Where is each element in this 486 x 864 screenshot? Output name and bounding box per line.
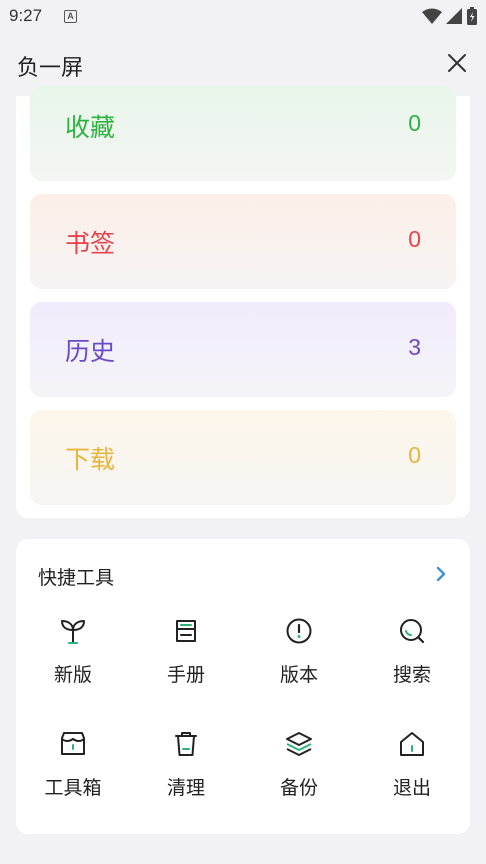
history-card[interactable]: 历史 3 bbox=[30, 302, 456, 397]
tool-exit[interactable]: 退出 bbox=[367, 729, 457, 824]
favorites-card[interactable]: 收藏 0 bbox=[30, 86, 456, 181]
status-bar: 9:27 A bbox=[0, 0, 486, 34]
tool-label: 工具箱 bbox=[44, 777, 102, 799]
layers-icon bbox=[286, 732, 312, 756]
tool-label: 手册 bbox=[166, 664, 205, 686]
history-label: 历史 bbox=[65, 337, 116, 366]
bookmarks-label: 书签 bbox=[65, 229, 116, 258]
status-icons bbox=[422, 6, 478, 26]
notification-icon: A bbox=[64, 10, 77, 23]
tool-label: 搜索 bbox=[392, 664, 431, 686]
tool-label: 备份 bbox=[279, 777, 318, 799]
toolbox-icon bbox=[61, 732, 85, 755]
home-icon bbox=[400, 732, 424, 756]
page-title: 负一屏 bbox=[17, 56, 84, 81]
battery-icon bbox=[467, 7, 477, 25]
trash-icon bbox=[175, 732, 197, 756]
book-icon bbox=[176, 620, 196, 642]
tool-clean[interactable]: 清理 bbox=[141, 729, 231, 824]
downloads-label: 下载 bbox=[65, 445, 116, 474]
bookmarks-count: 0 bbox=[408, 226, 421, 252]
tool-label: 版本 bbox=[279, 664, 318, 686]
downloads-card[interactable]: 下载 0 bbox=[30, 410, 456, 505]
sprout-icon bbox=[61, 620, 85, 644]
tool-toolbox[interactable]: 工具箱 bbox=[28, 729, 118, 824]
favorites-count: 0 bbox=[408, 110, 421, 136]
status-time: 9:27 bbox=[9, 6, 43, 25]
favorites-label: 收藏 bbox=[65, 113, 116, 142]
bookmarks-card[interactable]: 书签 0 bbox=[30, 194, 456, 289]
tool-label: 新版 bbox=[53, 664, 92, 686]
search-icon bbox=[400, 619, 425, 644]
history-count: 3 bbox=[408, 334, 421, 360]
tool-manual[interactable]: 手册 bbox=[141, 616, 231, 711]
quick-tools-more-button[interactable] bbox=[434, 564, 448, 584]
wifi-icon bbox=[422, 8, 442, 24]
quick-tools-title: 快捷工具 bbox=[38, 567, 115, 589]
signal-icon bbox=[446, 8, 462, 24]
quick-tools-panel: 快捷工具 新版 手册 版本 搜索 工具箱 清理 备份 退出 bbox=[16, 539, 470, 834]
chevron-right-icon bbox=[436, 566, 446, 582]
tool-new-version[interactable]: 新版 bbox=[28, 616, 118, 711]
close-button[interactable] bbox=[444, 50, 470, 76]
close-icon bbox=[448, 54, 466, 72]
tool-label: 退出 bbox=[392, 777, 431, 799]
tool-version[interactable]: 版本 bbox=[254, 616, 344, 711]
tool-search[interactable]: 搜索 bbox=[367, 616, 457, 711]
tool-backup[interactable]: 备份 bbox=[254, 729, 344, 824]
tool-label: 清理 bbox=[166, 777, 205, 799]
info-circle-icon bbox=[286, 618, 312, 644]
stats-panel: 收藏 0 书签 0 历史 3 下载 0 bbox=[16, 86, 470, 518]
downloads-count: 0 bbox=[408, 442, 421, 468]
